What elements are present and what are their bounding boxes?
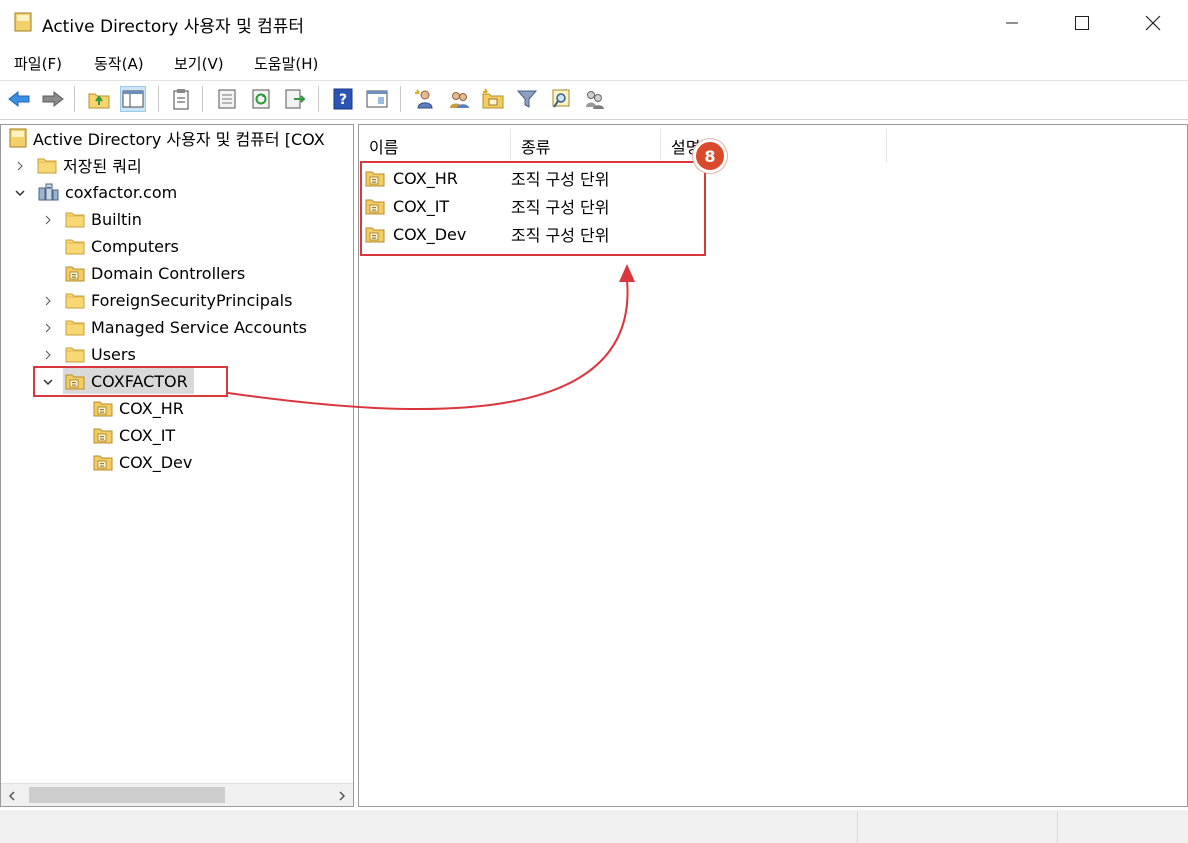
annotation-arrow	[227, 264, 635, 411]
step-badge: 8	[693, 139, 727, 173]
